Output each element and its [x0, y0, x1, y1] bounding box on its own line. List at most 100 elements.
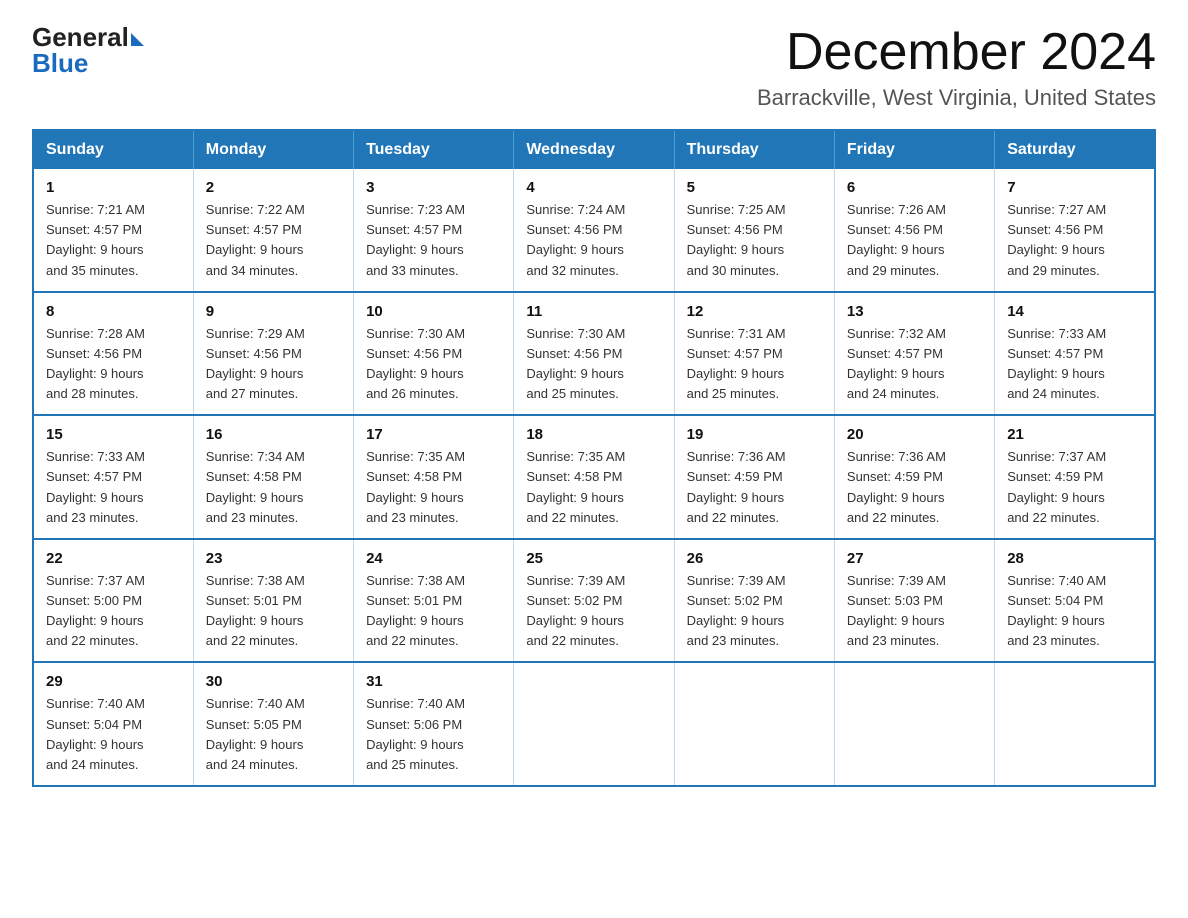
- day-number: 24: [366, 550, 501, 567]
- day-number: 26: [687, 550, 822, 567]
- calendar-cell: [995, 662, 1155, 786]
- day-info: Sunrise: 7:39 AMSunset: 5:02 PMDaylight:…: [526, 571, 661, 652]
- calendar-week-row: 15 Sunrise: 7:33 AMSunset: 4:57 PMDayligh…: [33, 415, 1155, 539]
- day-info: Sunrise: 7:25 AMSunset: 4:56 PMDaylight:…: [687, 200, 822, 281]
- day-info: Sunrise: 7:38 AMSunset: 5:01 PMDaylight:…: [206, 571, 341, 652]
- title-block: December 2024 Barrackville, West Virgini…: [757, 24, 1156, 111]
- calendar-cell: 2 Sunrise: 7:22 AMSunset: 4:57 PMDaylight…: [193, 169, 353, 292]
- day-number: 16: [206, 426, 341, 443]
- day-number: 11: [526, 303, 661, 320]
- calendar-cell: 20 Sunrise: 7:36 AMSunset: 4:59 PMDayligh…: [834, 415, 994, 539]
- calendar-cell: 18Sunrise: 7:35 AMSunset: 4:58 PMDayligh…: [514, 415, 674, 539]
- day-info: Sunrise: 7:32 AMSunset: 4:57 PMDaylight:…: [847, 324, 982, 405]
- day-number: 23: [206, 550, 341, 567]
- day-info: Sunrise: 7:23 AMSunset: 4:57 PMDaylight:…: [366, 200, 501, 281]
- calendar-cell: 5Sunrise: 7:25 AMSunset: 4:56 PMDaylight…: [674, 169, 834, 292]
- day-info: Sunrise: 7:35 AMSunset: 4:58 PMDaylight:…: [366, 447, 501, 528]
- logo-general: General: [32, 24, 129, 50]
- day-number: 19: [687, 426, 822, 443]
- calendar-cell: 11 Sunrise: 7:30 AMSunset: 4:56 PMDayligh…: [514, 292, 674, 416]
- day-number: 29: [46, 673, 181, 690]
- day-info: Sunrise: 7:39 AMSunset: 5:03 PMDaylight:…: [847, 571, 982, 652]
- day-info: Sunrise: 7:37 AMSunset: 4:59 PMDaylight:…: [1007, 447, 1142, 528]
- col-header-tuesday: Tuesday: [354, 130, 514, 169]
- day-number: 22: [46, 550, 181, 567]
- calendar-cell: 22 Sunrise: 7:37 AMSunset: 5:00 PMDayligh…: [33, 539, 193, 663]
- day-info: Sunrise: 7:27 AMSunset: 4:56 PMDaylight:…: [1007, 200, 1142, 281]
- col-header-monday: Monday: [193, 130, 353, 169]
- day-info: Sunrise: 7:40 AMSunset: 5:06 PMDaylight:…: [366, 694, 501, 775]
- day-info: Sunrise: 7:36 AMSunset: 4:59 PMDaylight:…: [847, 447, 982, 528]
- day-number: 9: [206, 303, 341, 320]
- day-number: 4: [526, 179, 661, 196]
- day-number: 2: [206, 179, 341, 196]
- calendar-cell: [674, 662, 834, 786]
- calendar-cell: 12Sunrise: 7:31 AMSunset: 4:57 PMDayligh…: [674, 292, 834, 416]
- day-number: 1: [46, 179, 181, 196]
- calendar-cell: 26Sunrise: 7:39 AMSunset: 5:02 PMDayligh…: [674, 539, 834, 663]
- col-header-wednesday: Wednesday: [514, 130, 674, 169]
- day-info: Sunrise: 7:31 AMSunset: 4:57 PMDaylight:…: [687, 324, 822, 405]
- calendar-cell: 3 Sunrise: 7:23 AMSunset: 4:57 PMDaylight…: [354, 169, 514, 292]
- calendar-week-row: 22 Sunrise: 7:37 AMSunset: 5:00 PMDayligh…: [33, 539, 1155, 663]
- calendar-header-row: SundayMondayTuesdayWednesdayThursdayFrid…: [33, 130, 1155, 169]
- calendar-cell: 16Sunrise: 7:34 AMSunset: 4:58 PMDayligh…: [193, 415, 353, 539]
- calendar-cell: 28 Sunrise: 7:40 AMSunset: 5:04 PMDayligh…: [995, 539, 1155, 663]
- day-info: Sunrise: 7:40 AMSunset: 5:04 PMDaylight:…: [46, 694, 181, 775]
- day-number: 8: [46, 303, 181, 320]
- calendar-week-row: 1 Sunrise: 7:21 AMSunset: 4:57 PMDaylight…: [33, 169, 1155, 292]
- calendar-table: SundayMondayTuesdayWednesdayThursdayFrid…: [32, 129, 1156, 787]
- calendar-cell: [834, 662, 994, 786]
- calendar-cell: 27Sunrise: 7:39 AMSunset: 5:03 PMDayligh…: [834, 539, 994, 663]
- calendar-cell: 9Sunrise: 7:29 AMSunset: 4:56 PMDaylight…: [193, 292, 353, 416]
- col-header-sunday: Sunday: [33, 130, 193, 169]
- calendar-cell: 10 Sunrise: 7:30 AMSunset: 4:56 PMDayligh…: [354, 292, 514, 416]
- day-number: 15: [46, 426, 181, 443]
- day-number: 20: [847, 426, 982, 443]
- day-number: 6: [847, 179, 982, 196]
- day-info: Sunrise: 7:33 AMSunset: 4:57 PMDaylight:…: [1007, 324, 1142, 405]
- calendar-week-row: 29 Sunrise: 7:40 AMSunset: 5:04 PMDayligh…: [33, 662, 1155, 786]
- day-info: Sunrise: 7:38 AMSunset: 5:01 PMDaylight:…: [366, 571, 501, 652]
- logo-blue: Blue: [32, 50, 88, 76]
- calendar-cell: [514, 662, 674, 786]
- calendar-cell: 29 Sunrise: 7:40 AMSunset: 5:04 PMDayligh…: [33, 662, 193, 786]
- day-info: Sunrise: 7:22 AMSunset: 4:57 PMDaylight:…: [206, 200, 341, 281]
- day-number: 3: [366, 179, 501, 196]
- col-header-thursday: Thursday: [674, 130, 834, 169]
- day-info: Sunrise: 7:37 AMSunset: 5:00 PMDaylight:…: [46, 571, 181, 652]
- day-number: 28: [1007, 550, 1142, 567]
- day-number: 14: [1007, 303, 1142, 320]
- day-number: 30: [206, 673, 341, 690]
- calendar-cell: 31 Sunrise: 7:40 AMSunset: 5:06 PMDayligh…: [354, 662, 514, 786]
- day-number: 18: [526, 426, 661, 443]
- day-info: Sunrise: 7:30 AMSunset: 4:56 PMDaylight:…: [526, 324, 661, 405]
- calendar-cell: 17 Sunrise: 7:35 AMSunset: 4:58 PMDayligh…: [354, 415, 514, 539]
- calendar-cell: 7 Sunrise: 7:27 AMSunset: 4:56 PMDaylight…: [995, 169, 1155, 292]
- day-info: Sunrise: 7:24 AMSunset: 4:56 PMDaylight:…: [526, 200, 661, 281]
- calendar-cell: 30Sunrise: 7:40 AMSunset: 5:05 PMDayligh…: [193, 662, 353, 786]
- day-info: Sunrise: 7:30 AMSunset: 4:56 PMDaylight:…: [366, 324, 501, 405]
- calendar-cell: 8 Sunrise: 7:28 AMSunset: 4:56 PMDaylight…: [33, 292, 193, 416]
- page-header: General Blue December 2024 Barrackville,…: [32, 24, 1156, 111]
- calendar-cell: 15 Sunrise: 7:33 AMSunset: 4:57 PMDayligh…: [33, 415, 193, 539]
- calendar-cell: 13Sunrise: 7:32 AMSunset: 4:57 PMDayligh…: [834, 292, 994, 416]
- col-header-friday: Friday: [834, 130, 994, 169]
- day-info: Sunrise: 7:36 AMSunset: 4:59 PMDaylight:…: [687, 447, 822, 528]
- day-number: 25: [526, 550, 661, 567]
- location-subtitle: Barrackville, West Virginia, United Stat…: [757, 85, 1156, 111]
- calendar-cell: 14 Sunrise: 7:33 AMSunset: 4:57 PMDayligh…: [995, 292, 1155, 416]
- day-number: 31: [366, 673, 501, 690]
- day-info: Sunrise: 7:28 AMSunset: 4:56 PMDaylight:…: [46, 324, 181, 405]
- day-info: Sunrise: 7:33 AMSunset: 4:57 PMDaylight:…: [46, 447, 181, 528]
- col-header-saturday: Saturday: [995, 130, 1155, 169]
- day-info: Sunrise: 7:21 AMSunset: 4:57 PMDaylight:…: [46, 200, 181, 281]
- day-number: 7: [1007, 179, 1142, 196]
- calendar-cell: 23 Sunrise: 7:38 AMSunset: 5:01 PMDayligh…: [193, 539, 353, 663]
- calendar-cell: 21 Sunrise: 7:37 AMSunset: 4:59 PMDayligh…: [995, 415, 1155, 539]
- day-number: 21: [1007, 426, 1142, 443]
- day-info: Sunrise: 7:40 AMSunset: 5:04 PMDaylight:…: [1007, 571, 1142, 652]
- day-number: 17: [366, 426, 501, 443]
- page-title: December 2024: [757, 24, 1156, 81]
- day-number: 10: [366, 303, 501, 320]
